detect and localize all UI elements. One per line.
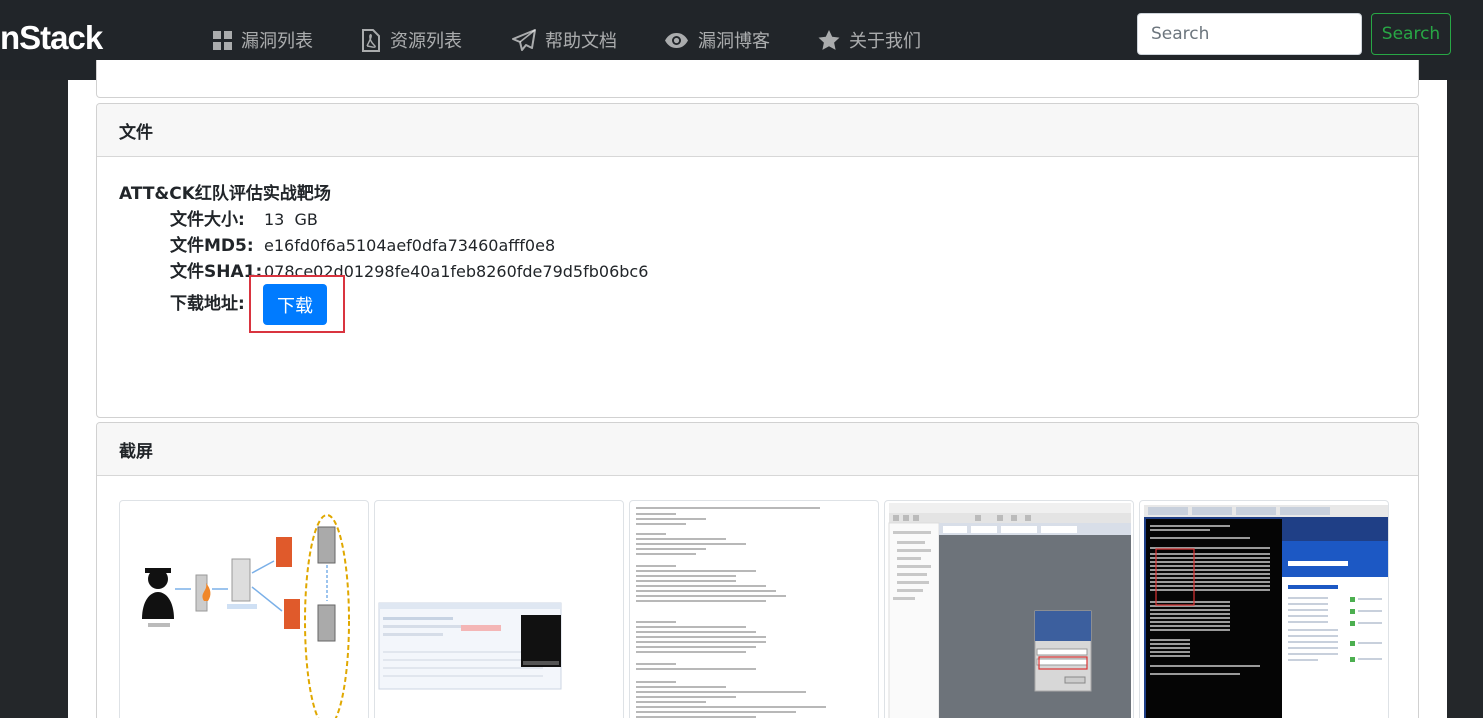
screenshot-thumb-terminal-desktop[interactable] (1139, 500, 1389, 718)
nav-item-help-docs[interactable]: 帮助文档 (512, 25, 617, 55)
file-size-label: 文件大小: (170, 210, 245, 230)
screenshot-thumb-network-diagram[interactable] (119, 500, 369, 718)
screenshot-gallery (119, 500, 1389, 718)
file-pdf-icon (362, 28, 380, 52)
file-size-row: 文件大小: 13 GB (119, 207, 1396, 233)
screenshot-thumb-vm-window[interactable] (884, 500, 1134, 718)
nav-item-resource-list[interactable]: 资源列表 (360, 25, 462, 55)
nav-item-label: 帮助文档 (545, 31, 617, 52)
file-card-header: 文件 (97, 104, 1418, 157)
text-outline-image (636, 507, 826, 718)
vm-window-image (888, 503, 1131, 718)
nav-item-label: 资源列表 (390, 31, 462, 52)
search-button[interactable]: Search (1371, 13, 1451, 55)
download-button[interactable]: 下载 (263, 284, 327, 325)
brand-logo[interactable]: nStack (0, 18, 103, 58)
web-console-image (378, 602, 562, 690)
network-diagram-image (142, 514, 350, 718)
page-gutter-left (0, 80, 68, 718)
terminal-desktop-image (1144, 505, 1388, 718)
grid-icon (213, 30, 232, 50)
previous-card-bottom (96, 60, 1419, 98)
file-title: ATT&CK红队评估实战靶场 (119, 184, 331, 204)
nav-item-vuln-blog[interactable]: 漏洞博客 (664, 25, 770, 55)
page-gutter-right (1447, 80, 1483, 718)
nav-item-vuln-list[interactable]: 漏洞列表 (213, 25, 313, 55)
file-card: 文件 ATT&CK红队评估实战靶场 文件大小: 13 GB 文件MD5: e16… (96, 103, 1419, 418)
screenshots-card: 截屏 (96, 422, 1419, 718)
search-input[interactable] (1137, 13, 1362, 55)
file-md5-row: 文件MD5: e16fd0f6a5104aef0dfa73460afff0e8 (119, 233, 1396, 259)
file-md5-value: e16fd0f6a5104aef0dfa73460afff0e8 (264, 236, 556, 255)
eye-icon (665, 32, 688, 48)
file-size-value: 13 GB (264, 210, 318, 229)
screenshots-card-header: 截屏 (97, 423, 1418, 476)
star-icon (818, 29, 840, 50)
nav-item-label: 关于我们 (849, 31, 921, 52)
nav-item-about-us[interactable]: 关于我们 (818, 25, 921, 55)
nav-item-label: 漏洞列表 (241, 31, 313, 52)
file-md5-label: 文件MD5: (170, 236, 254, 256)
screenshot-thumb-text-outline[interactable] (629, 500, 879, 718)
screenshot-thumb-web-console[interactable] (374, 500, 624, 718)
nav-item-label: 漏洞博客 (698, 31, 770, 52)
paper-plane-icon (512, 29, 536, 51)
